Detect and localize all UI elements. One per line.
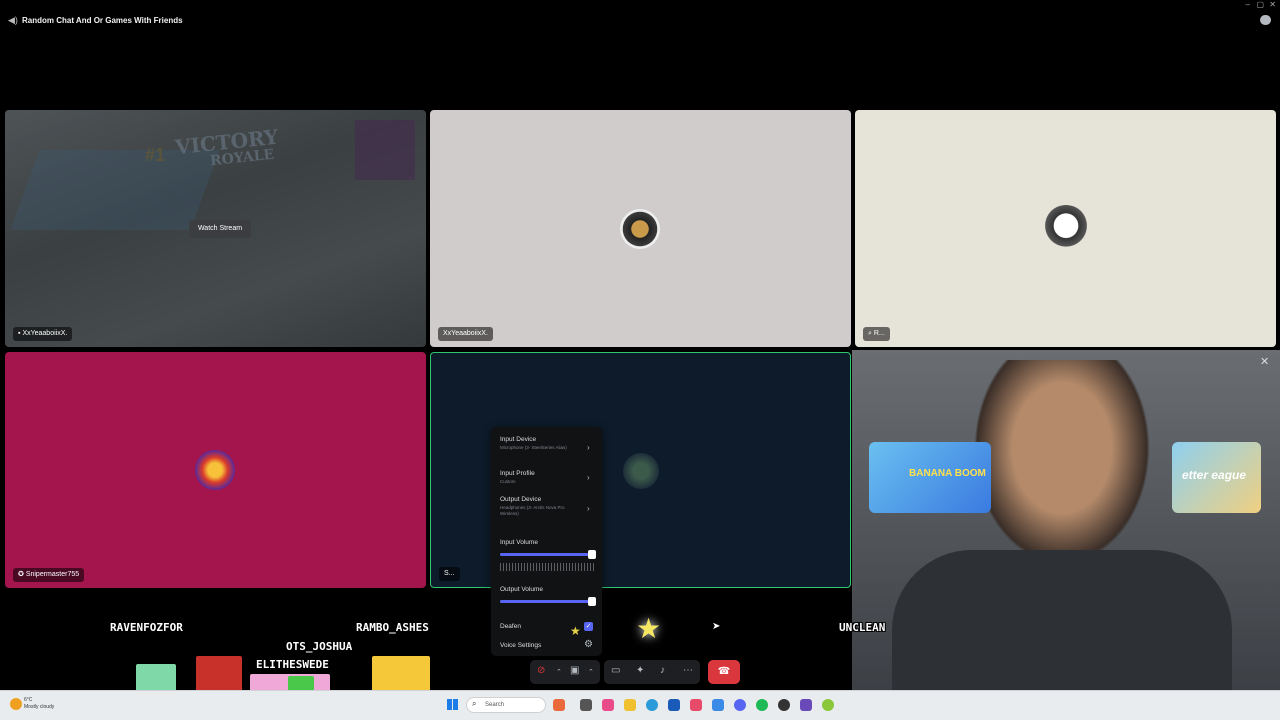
player-name: ELITHESWEDE [256, 658, 329, 671]
taskbar [0, 690, 1280, 720]
weather-widget[interactable]: 6°C Mostly cloudy [24, 697, 54, 711]
player-name: RAMBO_ASHES [356, 621, 429, 634]
app-icon[interactable] [690, 699, 702, 711]
output-volume-slider[interactable] [500, 597, 596, 606]
taskbar-search[interactable]: Search [466, 697, 546, 713]
chat-icon[interactable] [1260, 15, 1271, 25]
channel-title: Random Chat And Or Games With Friends [22, 16, 183, 25]
input-device-item[interactable]: Input Device Microphone (3- SteelSeries … [500, 436, 580, 451]
app-icon[interactable] [778, 699, 790, 711]
camera-off-icon[interactable]: ▣ [570, 665, 579, 676]
activities-icon[interactable]: ✦ [636, 665, 644, 676]
app-icon[interactable] [668, 699, 680, 711]
player-name: RAVENFOZFOR [110, 621, 183, 634]
app-icon[interactable] [602, 699, 614, 711]
output-device-label: Output Device [500, 496, 542, 503]
deafen-checkbox[interactable]: ✓ [584, 622, 593, 631]
player-name: OTS_JOSHUA [286, 640, 353, 653]
watch-stream-button[interactable]: Watch Stream [189, 220, 251, 238]
app-icon[interactable] [580, 699, 592, 711]
sparkle-icon: ★ [570, 624, 581, 638]
output-volume-knob[interactable] [588, 597, 596, 606]
avatar [620, 209, 660, 249]
tile-name-tag: ▪ XxYeaaboiixX. [13, 327, 73, 341]
tile-name-tag: ⌕ R... [863, 327, 890, 341]
voice-settings-link[interactable]: Voice Settings [500, 642, 541, 649]
tile-name-tag: XxYeaaboiixX. [438, 327, 493, 341]
soundboard-icon[interactable]: ♪ [660, 665, 665, 676]
input-device-label: Input Device [500, 436, 537, 443]
participant-tile[interactable]: XxYeaaboiixX. [430, 110, 851, 347]
participant-tile[interactable]: ⌕ R... [855, 110, 1276, 347]
output-device-item[interactable]: Output Device Headphones (3- Arctis Nova… [500, 496, 580, 517]
webcam-overlay [852, 350, 1280, 690]
more-icon[interactable]: ⋯ [683, 665, 693, 676]
input-volume-knob[interactable] [588, 550, 596, 559]
folder-icon[interactable] [624, 699, 636, 711]
screen-share-icon[interactable]: ▭ [611, 665, 620, 676]
stream-tile[interactable]: #1 VICTORY ROYALE Watch Stream ▪ XxYeaab… [5, 110, 426, 347]
edge-icon[interactable] [646, 699, 658, 711]
app-icon[interactable] [800, 699, 812, 711]
app-icon[interactable] [712, 699, 724, 711]
input-device-value: Microphone (3- SteelSeries Alias) [500, 445, 567, 450]
output-device-value: Headphones (3- Arctis Nova Pro Wireless) [500, 505, 565, 516]
input-profile-value: Custom [500, 479, 516, 484]
tile-name-tag: ✪ Snipermaster755 [13, 568, 85, 582]
chevron-up-icon[interactable]: ⌃ [588, 668, 594, 676]
windows-start-icon[interactable] [447, 699, 458, 710]
output-volume-label: Output Volume [500, 586, 543, 593]
chevron-right-icon: › [587, 473, 590, 482]
cursor-icon: ➤ [712, 621, 721, 632]
discord-icon[interactable] [734, 699, 746, 711]
avatar [1043, 205, 1089, 251]
tile-name-tag: S... [439, 567, 460, 581]
minimize-button[interactable]: – [1246, 0, 1250, 9]
deafen-label: Deafen [500, 623, 521, 630]
leave-call-button[interactable]: ☎ [708, 660, 740, 684]
title-bar [0, 0, 1280, 40]
chevron-right-icon: › [587, 443, 590, 452]
tile-name: XxYeaaboiixX. [22, 330, 68, 337]
muted-mic-icon[interactable]: ⊘ [537, 665, 545, 676]
chevron-right-icon: › [587, 504, 590, 513]
weather-icon [10, 698, 22, 710]
close-icon[interactable]: ✕ [1260, 355, 1269, 368]
maximize-button[interactable]: ▢ [1256, 0, 1264, 9]
close-button[interactable]: ✕ [1269, 0, 1276, 9]
avatar [195, 450, 235, 490]
player-name: UNCLEAN [839, 621, 886, 634]
tile-name: Snipermaster755 [25, 571, 80, 578]
star-icon: ★ [636, 613, 662, 644]
weather-desc: Mostly cloudy [24, 704, 55, 710]
participant-tile[interactable]: ✪ Snipermaster755 [5, 352, 426, 588]
input-volume-label: Input Volume [500, 539, 538, 546]
input-volume-slider[interactable] [500, 550, 596, 559]
input-profile-item[interactable]: Input Profile Custom [500, 470, 580, 485]
output-volume-fill [500, 600, 592, 603]
input-level-meter [500, 563, 594, 571]
avatar [623, 453, 659, 489]
weather-temp: 6°C [24, 697, 33, 703]
tile-name: R... [873, 330, 885, 337]
app-icon[interactable] [553, 699, 565, 711]
input-profile-label: Input Profile [500, 470, 535, 477]
speaker-icon: ◀) [8, 15, 18, 25]
spotify-icon[interactable] [756, 699, 768, 711]
input-volume-fill [500, 553, 592, 556]
chevron-up-icon[interactable]: ⌃ [556, 668, 562, 676]
app-icon[interactable] [822, 699, 834, 711]
gear-icon[interactable]: ⚙ [584, 639, 593, 650]
search-icon: ⌕ [472, 699, 477, 708]
